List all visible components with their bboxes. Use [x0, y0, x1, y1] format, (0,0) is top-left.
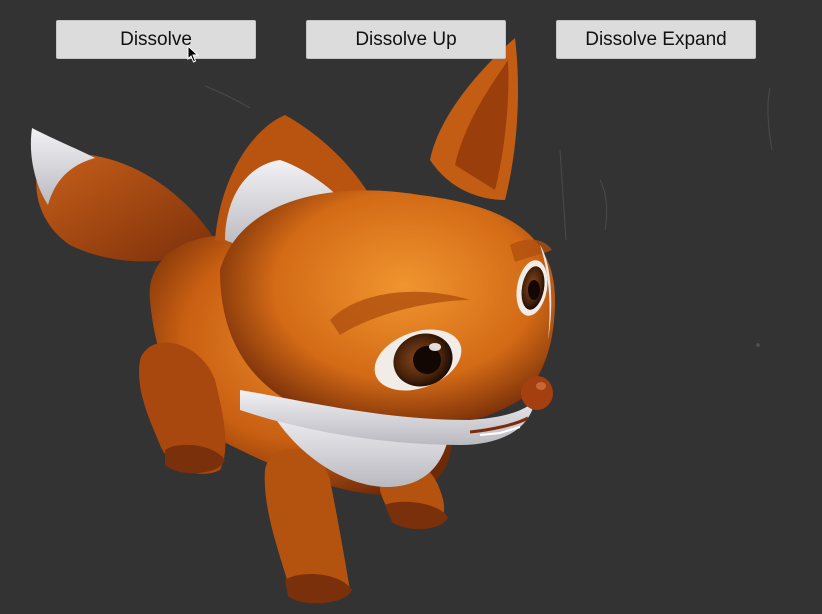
fox-3d-model	[30, 38, 773, 604]
fox-tail	[30, 128, 215, 262]
3d-viewport[interactable]: Dissolve Dissolve Up Dissolve Expand	[0, 0, 822, 614]
fox-head	[215, 38, 555, 445]
dissolve-up-button[interactable]: Dissolve Up	[306, 20, 506, 59]
dissolve-expand-button[interactable]: Dissolve Expand	[556, 20, 756, 59]
dissolve-button[interactable]: Dissolve	[56, 20, 256, 59]
mouse-pointer-icon	[187, 45, 199, 63]
